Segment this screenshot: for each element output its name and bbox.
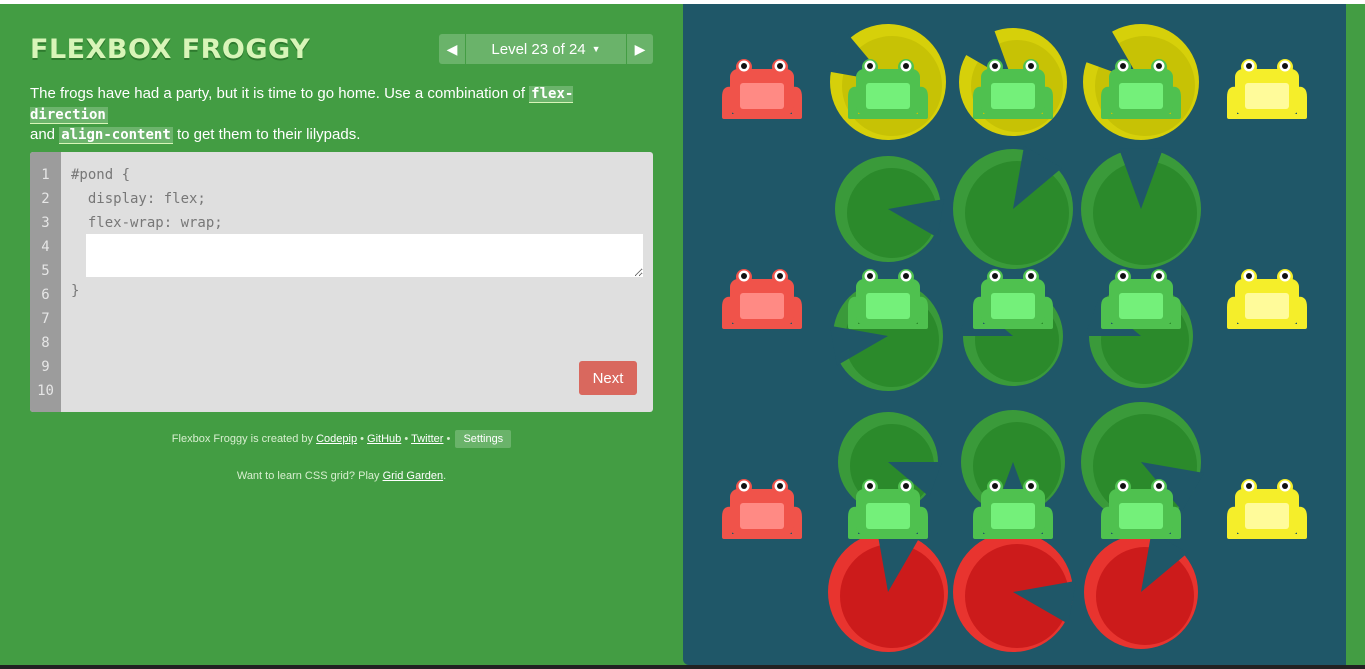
instructions-text: and [30,126,60,143]
triangle-left-icon: ◀ [446,40,458,57]
code-line: display: flex; [71,191,206,207]
pond-canvas [722,24,1307,652]
next-button[interactable]: Next [579,361,637,395]
separator: • [357,433,368,445]
frog-green [973,269,1053,329]
instructions-text: The frogs have had a party, but it is ti… [30,85,530,102]
line-number: 10 [37,383,54,399]
app-title: FLEXBOX FROGGY [30,34,311,65]
grid-garden-promo: Want to learn CSS grid? Play Grid Garden… [0,470,683,482]
level-indicator[interactable]: Level 23 of 24 ▼ [466,34,626,64]
line-number: 9 [41,359,50,375]
prev-level-button[interactable]: ◀ [439,34,466,64]
code-editor: 1 2 3 4 5 6 7 8 9 10 #pond { display: flex; flex-… [30,152,653,412]
twitter-link[interactable]: Twitter [411,433,443,445]
github-link[interactable]: GitHub [367,433,401,445]
frog-yellow [1227,269,1307,329]
pond-board [683,4,1346,665]
lilypad-red [953,532,1077,652]
line-number: 1 [41,167,50,183]
line-number: 8 [41,335,50,351]
frog-green [1101,269,1181,329]
code-line: } [71,283,80,299]
caret-down-icon: ▼ [591,44,601,54]
level-navigation: ◀ Level 23 of 24 ▼ ▶ [439,34,653,64]
lilypad-red [1084,531,1198,649]
line-number: 6 [41,287,50,303]
frog-red [722,269,802,329]
frog-green [848,269,928,329]
level-label: Level 23 of 24 [491,40,586,58]
level-instructions: The frogs have had a party, but it is ti… [30,84,650,146]
instructions-panel: FLEXBOX FROGGY ◀ Level 23 of 24 ▼ ▶ The … [0,4,683,665]
lilypad-green [835,156,945,262]
frog-yellow [1227,479,1307,539]
frog-yellow [1227,59,1307,119]
lilypad-green [953,145,1073,269]
instructions-text: to get them to their lilypads. [172,126,361,143]
separator: • [401,433,412,445]
line-number: 5 [41,263,50,279]
triangle-right-icon: ▶ [634,40,646,57]
code-line: #pond { [71,167,131,183]
frog-red [722,479,802,539]
right-edge [1346,4,1365,665]
codepip-link[interactable]: Codepip [316,433,357,445]
lilypad-red [828,528,948,652]
line-number: 4 [41,239,50,255]
next-level-button[interactable]: ▶ [626,34,653,64]
grid-garden-link[interactable]: Grid Garden [383,470,444,482]
line-number: 7 [41,311,50,327]
promo-text: Want to learn CSS grid? Play [236,470,383,482]
frog-red [722,59,802,119]
code-line: flex-wrap: wrap; [71,215,223,231]
lilypad-green [1081,148,1201,269]
bottom-border [0,665,1365,669]
credits-text: Flexbox Froggy is created by [171,433,317,445]
settings-button[interactable]: Settings [455,430,512,448]
css-answer-input[interactable] [86,234,643,277]
promo-text: . [443,470,447,482]
credits: Flexbox Froggy is created by Codepip • G… [0,430,683,448]
line-number: 3 [41,215,50,231]
separator: • [443,433,454,445]
line-number-gutter: 1 2 3 4 5 6 7 8 9 10 [30,152,61,412]
css-code: #pond { display: flex; flex-wrap: wrap; [71,163,223,235]
line-number: 2 [41,191,50,207]
keyword-align-content[interactable]: align-content [59,127,173,144]
